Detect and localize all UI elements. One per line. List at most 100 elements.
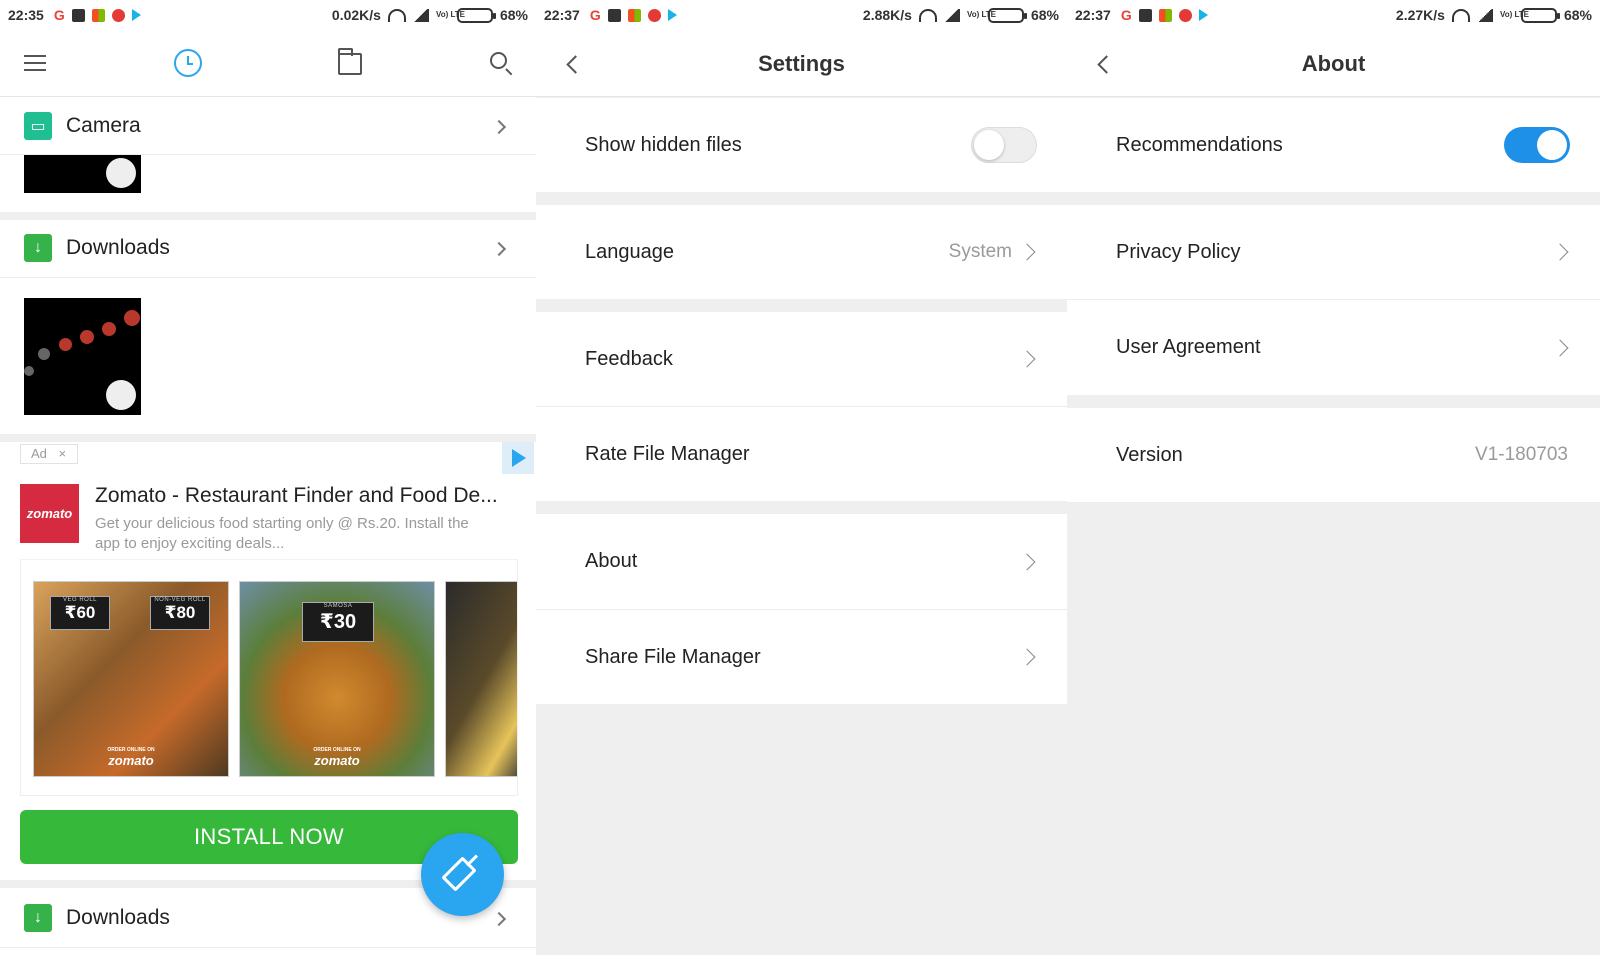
section-title: Downloads [66, 236, 170, 259]
status-time: 22:37 [544, 7, 580, 23]
section-title: Downloads [66, 906, 170, 929]
signal-icon [1476, 8, 1493, 22]
row-label: About [585, 550, 638, 572]
row-label: User Agreement [1116, 336, 1261, 358]
chevron-right-icon [1551, 339, 1569, 356]
red-notification-icon [111, 8, 125, 22]
rate-file-manager-row[interactable]: Rate File Manager [536, 407, 1067, 501]
adchoices-icon[interactable] [502, 442, 534, 474]
google-notification-icon: G [589, 7, 601, 23]
app-notification-icon [1138, 8, 1152, 22]
row-label: Language [585, 240, 674, 263]
row-label: Version [1116, 443, 1183, 466]
ad-title[interactable]: Zomato - Restaurant Finder and Food De..… [95, 484, 515, 508]
row-label: Feedback [585, 347, 673, 370]
privacy-policy-row[interactable]: Privacy Policy [1067, 205, 1600, 299]
recommendations-row[interactable]: Recommendations [1067, 98, 1600, 192]
zomato-logo: zomato [20, 484, 79, 543]
chevron-right-icon [1018, 648, 1036, 666]
network-speed: 2.27K/s [1395, 7, 1445, 23]
microsoft-notification-icon [1158, 8, 1172, 22]
ad-image-carousel[interactable]: VEG ROLL ₹60 NON-VEG ROLL ₹80 ORDER ONLINE… [20, 559, 518, 796]
section-title: Camera [66, 114, 141, 137]
status-time: 22:37 [1075, 7, 1111, 23]
chevron-right-icon [1018, 350, 1036, 368]
history-clock-icon[interactable] [174, 49, 202, 77]
row-label: Privacy Policy [1116, 240, 1241, 263]
volte-icon: Vo) LTE [435, 10, 465, 19]
chevron-right-icon [491, 911, 507, 927]
ad-image-partial[interactable] [445, 581, 517, 777]
page-title: About [1301, 51, 1366, 76]
red-notification-icon [647, 8, 661, 22]
language-value: System [948, 241, 1012, 262]
settings-header: Settings [536, 30, 1067, 97]
app-notification-icon [607, 8, 621, 22]
cleaner-brush-fab[interactable] [421, 833, 504, 916]
ad-close-icon[interactable]: × [59, 446, 67, 461]
language-row[interactable]: Language System [536, 205, 1067, 299]
ad-image-samosa[interactable]: SAMOSA ₹30 ORDER ONLINE ON zomato [239, 581, 435, 777]
search-icon[interactable] [490, 52, 507, 69]
microsoft-notification-icon [627, 8, 641, 22]
gallery-icon: ▭ [24, 112, 52, 140]
google-notification-icon: G [1120, 7, 1132, 23]
status-bar: 22:35 G 0.02K/s Vo) LTE 68% [0, 0, 536, 30]
status-time: 22:35 [8, 7, 44, 23]
volte-icon: Vo) LTE [1499, 10, 1529, 19]
settings-screen: 22:37 G 2.88K/s Vo) LTE 68% Settings Sho… [536, 0, 1067, 955]
network-speed: 2.88K/s [862, 7, 912, 23]
microsoft-notification-icon [91, 8, 105, 22]
downloads-thumbnail[interactable] [24, 298, 141, 415]
folder-icon[interactable] [338, 48, 362, 75]
network-speed: 0.02K/s [331, 7, 381, 23]
battery-percent: 68% [499, 7, 528, 23]
chevron-right-icon [1018, 553, 1036, 570]
menu-icon[interactable] [24, 50, 52, 78]
chevron-right-icon [491, 241, 507, 257]
version-value: V1-180703 [1475, 444, 1568, 465]
download-arrow-icon: ↓ [24, 904, 52, 932]
ad-brand-label: ORDER ONLINE ON zomato [107, 747, 155, 768]
row-label: Show hidden files [585, 133, 742, 156]
play-notification-icon [1198, 9, 1208, 21]
google-notification-icon: G [53, 7, 65, 23]
feedback-row[interactable]: Feedback [536, 312, 1067, 406]
download-arrow-icon: ↓ [24, 234, 52, 262]
page-title: Settings [758, 51, 845, 76]
red-notification-icon [1178, 8, 1192, 22]
wifi-icon [918, 8, 937, 22]
status-bar: 22:37 G 2.27K/s Vo) LTE 68% [1067, 0, 1600, 30]
version-row: Version V1-180703 [1067, 408, 1600, 502]
row-label: Share File Manager [585, 645, 761, 668]
battery-icon [987, 7, 1027, 23]
play-notification-icon [667, 9, 677, 21]
status-bar: 22:37 G 2.88K/s Vo) LTE 68% [536, 0, 1067, 30]
show-hidden-files-row[interactable]: Show hidden files [536, 98, 1067, 192]
chevron-right-icon [1551, 243, 1569, 261]
ad-brand-label: ORDER ONLINE ON zomato [313, 747, 361, 768]
ad-label: Ad × [20, 444, 78, 464]
signal-icon [412, 8, 429, 22]
camera-thumbnail[interactable] [24, 155, 141, 193]
ad-image-rolls[interactable]: VEG ROLL ₹60 NON-VEG ROLL ₹80 ORDER ONLINE… [33, 581, 229, 777]
row-label: Recommendations [1116, 133, 1283, 156]
about-row[interactable]: About [536, 514, 1067, 609]
section-downloads[interactable]: ↓ Downloads [0, 220, 536, 276]
battery-icon [456, 7, 496, 23]
play-notification-icon [131, 9, 141, 21]
user-agreement-row[interactable]: User Agreement [1067, 300, 1600, 395]
battery-percent: 68% [1030, 7, 1059, 23]
wifi-icon [387, 8, 406, 22]
battery-icon [1520, 7, 1560, 23]
recommendations-toggle[interactable] [1504, 127, 1570, 163]
chevron-right-icon [491, 119, 507, 135]
volte-icon: Vo) LTE [966, 10, 996, 19]
share-file-manager-row[interactable]: Share File Manager [536, 610, 1067, 704]
chevron-right-icon [1018, 243, 1036, 261]
section-camera[interactable]: ▭ Camera [0, 98, 536, 154]
row-label: Rate File Manager [585, 442, 750, 465]
file-manager-home-screen: 22:35 G 0.02K/s Vo) LTE 68% ▭ Camera ↓ D… [0, 0, 536, 955]
show-hidden-files-toggle[interactable] [971, 127, 1037, 163]
about-screen: 22:37 G 2.27K/s Vo) LTE 68% About Recomm… [1067, 0, 1600, 955]
